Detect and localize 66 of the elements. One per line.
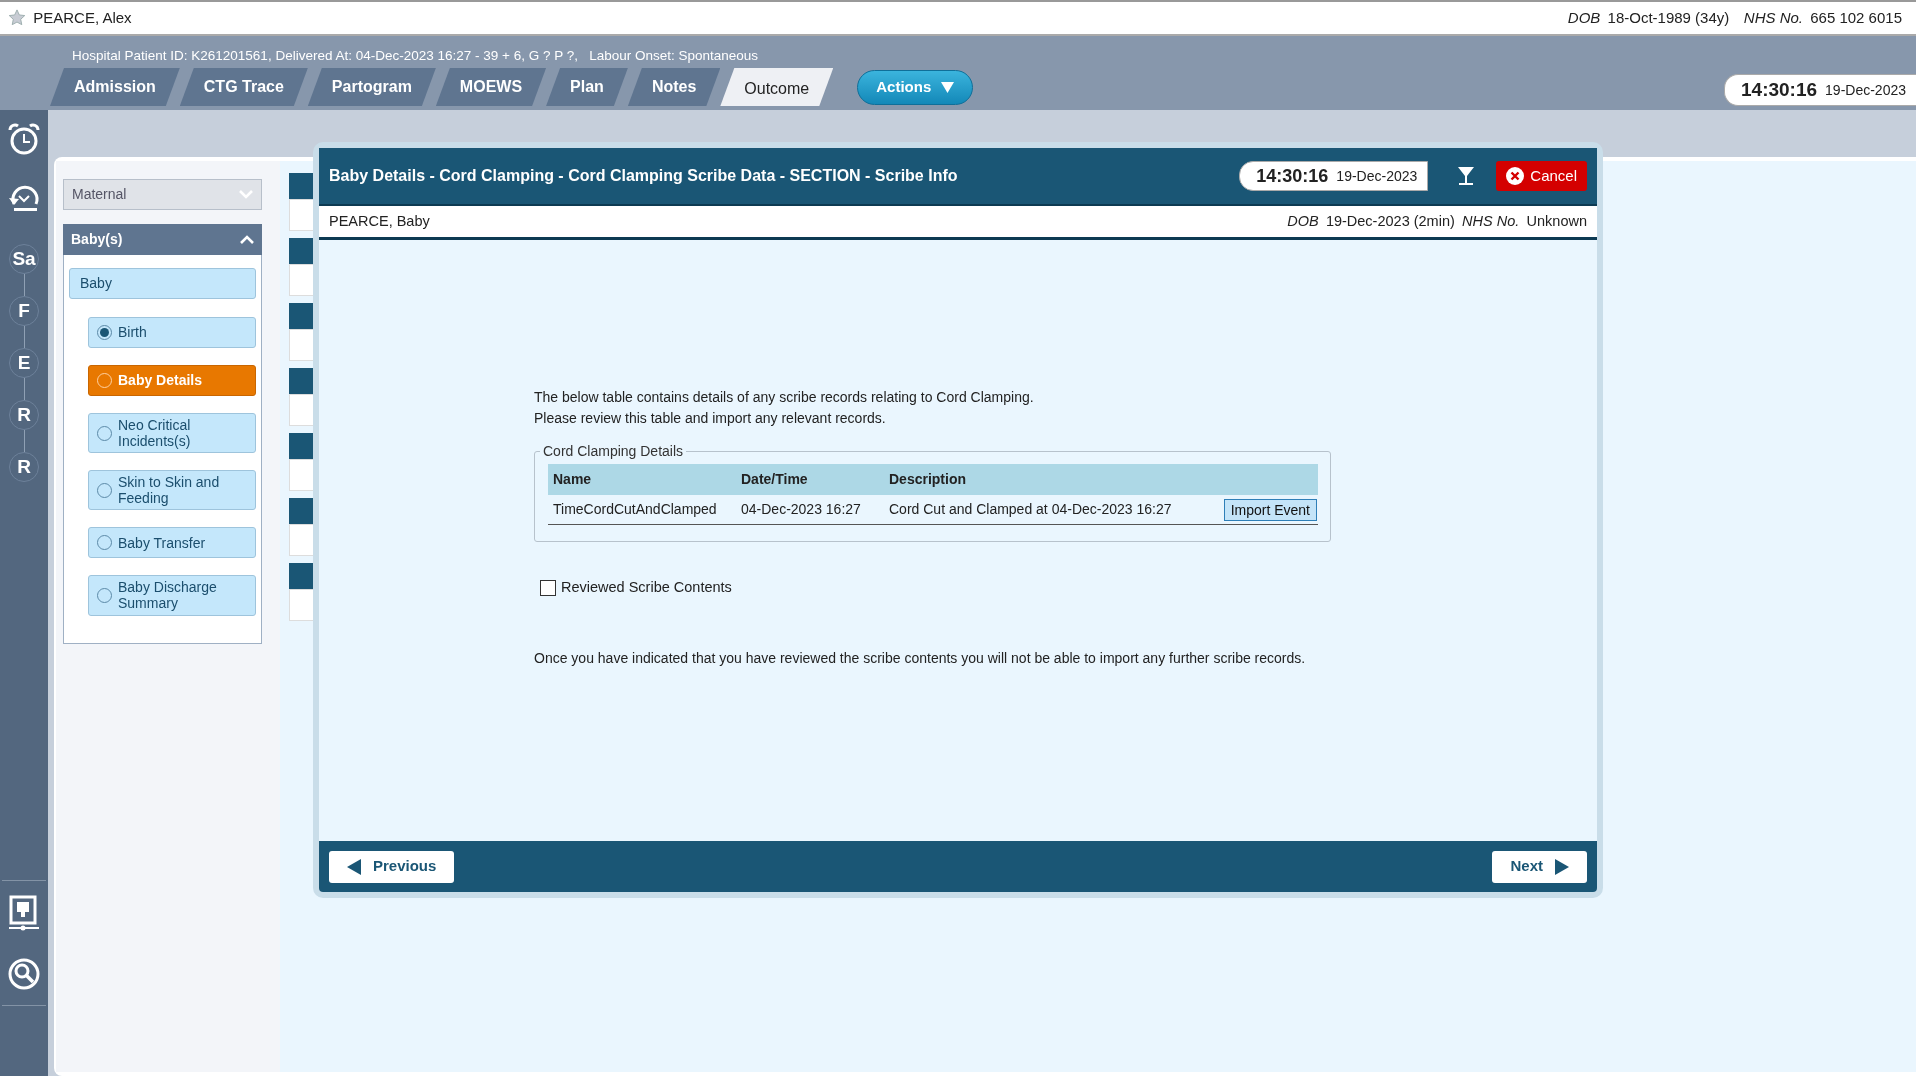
previous-button[interactable]: Previous (329, 850, 455, 883)
tab[interactable]: Notes (627, 68, 721, 106)
tab[interactable]: Outcome (720, 68, 834, 106)
column-header: Name (552, 470, 593, 489)
search-icon[interactable] (7, 957, 41, 991)
caret-icon (941, 82, 955, 93)
clock-date: 19-Dec-2023 (1336, 166, 1418, 186)
checkbox-label[interactable]: Reviewed Scribe Contents (561, 577, 732, 599)
tab[interactable]: Admission (50, 68, 180, 106)
table-cell-text: 04-Dec-2023 16:27 (741, 500, 862, 519)
baby-name: PEARCE, Baby (329, 211, 430, 231)
close-icon (1506, 167, 1525, 185)
rail-letter[interactable]: E (9, 348, 39, 378)
next-button[interactable]: Next (1492, 850, 1587, 883)
star-icon (8, 9, 26, 27)
clock-date: 19-Dec-2023 (1825, 80, 1906, 100)
left-arrow-icon (347, 858, 361, 875)
import-event-button[interactable]: Import Event (1223, 498, 1317, 521)
filter-icon[interactable] (1458, 167, 1475, 185)
section-header[interactable]: Baby(s) (63, 224, 262, 255)
chevron-icon (239, 190, 253, 199)
table-cell-text: TimeCordCutAndClamped (552, 500, 718, 519)
patient-name: PEARCE, Alex (33, 7, 132, 28)
nav-item[interactable]: Skin to Skin and Feeding (88, 470, 256, 511)
clock-time: 14:30:16 (1741, 77, 1818, 102)
dialog-title: Baby Details - Cord Clamping - Cord Clamping Scribe Data - SECTION - Scribe Info (329, 166, 958, 186)
clock-time: 14:30:16 (1256, 164, 1329, 188)
nav-item[interactable]: Baby Discharge Summary (88, 575, 256, 616)
dob-value: 19-Dec-2023 (2min) (1325, 211, 1455, 231)
right-arrow-icon (1555, 858, 1569, 875)
rail-letter[interactable]: F (9, 296, 39, 326)
cancel-button[interactable]: Cancel (1496, 161, 1587, 191)
nav-item[interactable]: Birth (88, 317, 256, 348)
nhs-label: NHS No. (1462, 211, 1520, 231)
nav-item[interactable]: Baby Details (88, 365, 256, 396)
nhs-label: NHS No. (1743, 7, 1803, 28)
rail-letter[interactable]: R (9, 400, 39, 430)
nav-item[interactable]: Baby (69, 268, 256, 299)
chevron-icon (240, 235, 254, 244)
section-header[interactable]: Maternal (63, 179, 262, 210)
rail-letter[interactable]: Sa (9, 244, 39, 274)
nav-item[interactable]: Neo Critical Incidents(s) (88, 413, 256, 454)
actions-button[interactable]: Actions (857, 70, 974, 105)
dob-label: DOB (1287, 211, 1319, 231)
dob-value: 18-Oct-1989 (34y) (1607, 7, 1730, 28)
tab[interactable]: MOEWS (435, 68, 547, 106)
notice-text: Once you have indicated that you have reviewed the scribe contents you will not be able to import any further scribe records. (534, 648, 1307, 668)
alarm-clock-icon[interactable] (7, 122, 41, 156)
tab[interactable]: Plan (546, 68, 628, 106)
network-monitor-icon[interactable] (9, 895, 39, 931)
intro-text: Please review this table and import any relevant records. (534, 409, 887, 428)
dob-label: DOB (1567, 7, 1601, 28)
table-cell-text: Cord Cut and Clamped at 04-Dec-2023 16:27 (889, 500, 1173, 519)
rail-letter[interactable]: R (9, 452, 39, 482)
panel-legend: Cord Clamping Details (540, 444, 687, 458)
nhs-value: Unknown (1526, 211, 1587, 231)
checkbox[interactable] (540, 579, 556, 596)
nhs-value: 665 102 6015 (1810, 7, 1902, 28)
tab[interactable]: CTG Trace (179, 68, 308, 106)
tab[interactable]: Partogram (307, 68, 436, 106)
column-header: Date/Time (741, 470, 809, 489)
nav-item[interactable]: Baby Transfer (88, 527, 256, 559)
intro-text: The below table contains details of any scribe records relating to Cord Clamping. (534, 388, 1035, 407)
history-icon[interactable] (6, 184, 42, 214)
column-header: Description (889, 470, 967, 489)
patient-info-line: Hospital Patient ID: K261201561, Delivered At: 04-Dec-2023 16:27 - 39 + 6, G ? P ?, Labour Onset: Spontaneous (72, 47, 759, 65)
